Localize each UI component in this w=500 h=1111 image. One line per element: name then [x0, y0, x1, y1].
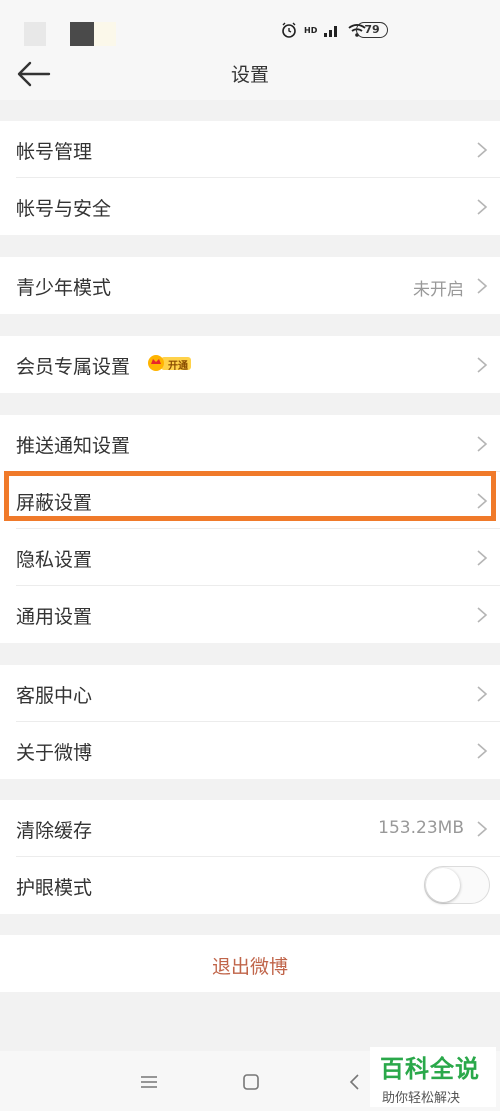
chevron-right-icon: [477, 550, 488, 566]
teen-mode-status: 未开启: [413, 280, 464, 300]
chevron-right-icon: [477, 199, 488, 215]
menu-icon[interactable]: [138, 1071, 160, 1093]
logout-label: 退出微博: [211, 956, 288, 978]
home-icon[interactable]: [240, 1071, 262, 1093]
toggle-knob: [426, 868, 460, 902]
settings-item-account-management[interactable]: 帐号管理: [0, 121, 500, 178]
settings-item-teen-mode[interactable]: 青少年模式 未开启: [0, 257, 500, 314]
chevron-right-icon: [477, 357, 488, 373]
settings-item-label: 屏蔽设置: [16, 492, 93, 514]
settings-item-general[interactable]: 通用设置: [0, 586, 500, 643]
settings-item-clear-cache[interactable]: 清除缓存 153.23MB: [0, 800, 500, 857]
status-blur-2: [70, 22, 94, 46]
settings-item-label: 护眼模式: [16, 877, 93, 899]
chevron-right-icon: [477, 278, 488, 294]
settings-item-label: 青少年模式: [16, 277, 112, 299]
logout-button[interactable]: 退出微博: [0, 935, 500, 992]
settings-item-label: 帐号与安全: [16, 198, 112, 220]
settings-item-vip-settings[interactable]: 会员专属设置: [0, 336, 500, 393]
chevron-right-icon: [477, 686, 488, 702]
signal-icon: [324, 26, 338, 37]
back-nav-icon[interactable]: [344, 1071, 366, 1093]
settings-item-label: 推送通知设置: [16, 435, 131, 457]
settings-item-account-security[interactable]: 帐号与安全: [0, 178, 500, 235]
settings-item-label: 清除缓存: [16, 820, 93, 842]
alarm-icon: [282, 22, 296, 38]
nav-bar: 设置: [0, 48, 500, 100]
battery-indicator: 79: [356, 22, 388, 38]
chevron-right-icon: [477, 607, 488, 623]
eye-protection-toggle[interactable]: [424, 866, 490, 904]
vip-badge-label: 开通: [168, 361, 188, 372]
settings-item-block-settings[interactable]: 屏蔽设置: [0, 472, 500, 529]
chevron-right-icon: [477, 493, 488, 509]
settings-item-privacy[interactable]: 隐私设置: [0, 529, 500, 586]
chevron-right-icon: [477, 743, 488, 759]
settings-item-about-weibo[interactable]: 关于微博: [0, 722, 500, 779]
watermark-subtitle: 助你轻松解决: [382, 1091, 461, 1106]
settings-item-push-notifications[interactable]: 推送通知设置: [0, 415, 500, 472]
cache-size-value: 153.23MB: [378, 818, 464, 838]
watermark-logo: 百科全说 助你轻松解决: [370, 1047, 496, 1107]
hd-signal-label: HD: [304, 25, 318, 35]
status-blur-3: [94, 22, 116, 46]
settings-item-customer-service[interactable]: 客服中心: [0, 665, 500, 722]
settings-item-label: 会员专属设置: [16, 356, 131, 378]
settings-item-label: 客服中心: [16, 685, 93, 707]
settings-item-label: 关于微博: [16, 742, 93, 764]
status-blur-1: [24, 22, 46, 46]
status-bar: HD 79: [0, 0, 500, 48]
chevron-right-icon: [477, 436, 488, 452]
settings-item-label: 通用设置: [16, 606, 93, 628]
watermark-title: 百科全说: [380, 1055, 480, 1083]
chevron-right-icon: [477, 142, 488, 158]
chevron-right-icon: [477, 821, 488, 837]
settings-item-label: 隐私设置: [16, 549, 93, 571]
settings-item-label: 帐号管理: [16, 141, 93, 163]
settings-item-eye-protection: 护眼模式: [0, 857, 500, 914]
page-title: 设置: [230, 64, 269, 86]
